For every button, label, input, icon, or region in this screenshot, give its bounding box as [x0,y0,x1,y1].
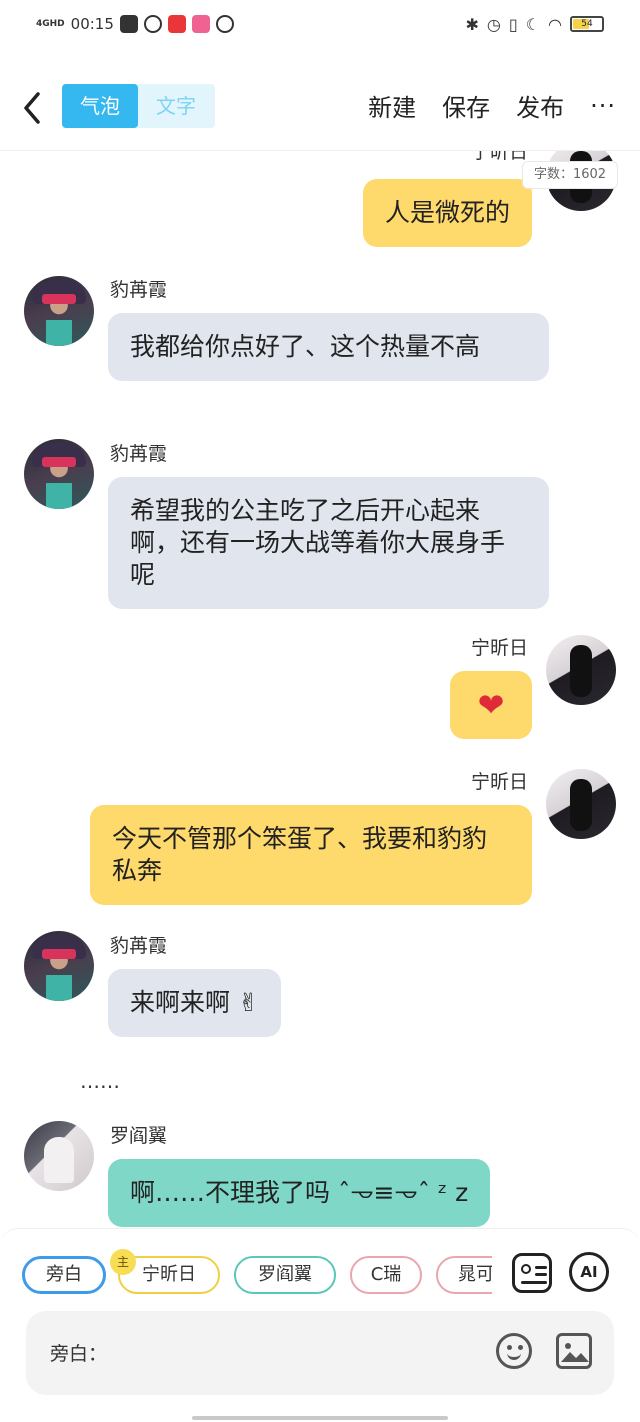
publish-button[interactable]: 发布 [516,88,564,123]
save-button[interactable]: 保存 [442,88,490,123]
app-k-icon [119,15,138,33]
message-input[interactable]: 旁白： [26,1311,614,1395]
status-right: ✱ ◷ ▯ ☾ ◠ 54 [465,12,604,36]
app-swirl-icon [215,15,234,33]
image-icon[interactable] [556,1333,592,1369]
heart-emoji: ❤ [477,686,505,724]
protagonist-crown-badge: 主 [110,1249,136,1275]
wifi-icon: ◠ [548,14,562,34]
message-bubble[interactable]: 我都给你点好了、这个热量不高 [108,313,549,381]
avatar-sx[interactable] [546,769,616,839]
sender-name: 宁昕日 [470,771,528,793]
profile-card-icon[interactable] [512,1253,552,1293]
narration-ellipsis[interactable]: …… [80,1069,120,1093]
message-bubble[interactable]: 今天不管那个笨蛋了、我要和豹豹私奔 [90,805,532,905]
app-circle-icon [143,15,162,33]
chat-area[interactable]: 宁昕日 人是微死的 字数：1602 豹苒霞 我都给你点好了、这个热量不高 豹苒霞… [0,151,640,1231]
message-bubble[interactable]: 希望我的公主吃了之后开心起来啊，还有一场大战等着你大展身手呢 [108,477,549,609]
home-indicator[interactable] [192,1416,448,1420]
role-selector[interactable]: 旁白 宁昕日 罗阎翼 C瑞 晁可 [20,1254,492,1296]
ai-button[interactable]: AI [569,1252,609,1292]
tab-bubble[interactable]: 气泡 [62,84,138,128]
role-chip-lyy[interactable]: 罗阎翼 [234,1256,336,1294]
word-count-badge: 字数：1602 [522,161,618,189]
bluetooth-icon: ✱ [465,14,479,34]
avatar-sx[interactable] [546,635,616,705]
battery-percent: 54 [581,19,593,29]
sender-name: 罗阎翼 [110,1125,168,1147]
emoji-icon[interactable] [496,1333,532,1369]
sender-name: 宁昕日 [470,637,528,659]
new-button[interactable]: 新建 [368,88,416,123]
battery-icon: 54 [570,16,604,32]
sender-name: 豹苒霞 [110,935,168,957]
app-red-icon [167,15,186,33]
role-chip-chaoke[interactable]: 晁可 [436,1256,492,1294]
avatar-ls[interactable] [24,439,94,509]
mode-tabs: 气泡 文字 [62,84,215,128]
message-bubble[interactable]: ❤ [450,671,532,739]
status-bar: 4GHD 00:15 ✱ ◷ ▯ ☾ ◠ 54 [0,0,640,48]
app-pink-icon [191,15,210,33]
clock: 00:15 [70,15,114,33]
avatar-lyy[interactable] [24,1121,94,1191]
input-speaker-prefix: 旁白： [50,1343,108,1365]
sender-name: 宁昕日 [470,151,528,163]
avatar-ls[interactable] [24,276,94,346]
moon-icon: ☾ [525,14,541,34]
more-options-icon[interactable]: ··· [590,92,616,120]
tab-text[interactable]: 文字 [138,84,214,128]
vibrate-icon: ▯ [508,14,518,34]
message-bubble[interactable]: 啊……不理我了吗 ˆ𐃷≡𐃷ˆ ᶻ z [108,1159,491,1227]
sender-name: 豹苒霞 [110,443,168,465]
role-chip-cr[interactable]: C瑞 [350,1256,422,1294]
avatar-ls[interactable] [24,931,94,1001]
message-bubble[interactable]: 来啊来啊 ✌ [108,969,281,1037]
top-nav: 气泡 文字 新建 保存 发布 ··· [0,64,640,150]
status-left: 4GHD 00:15 [36,12,234,36]
nav-actions: 新建 保存 发布 ··· [368,88,616,123]
message-bubble[interactable]: 人是微死的 [362,179,532,247]
back-arrow-icon[interactable] [18,90,48,126]
bottom-panel: 旁白 宁昕日 罗阎翼 C瑞 晁可 主 AI 旁白： [0,1228,640,1422]
role-chip-narrator[interactable]: 旁白 [22,1256,106,1294]
network-indicator: 4GHD [36,18,65,29]
alarm-icon: ◷ [486,14,501,34]
sender-name: 豹苒霞 [110,279,168,301]
